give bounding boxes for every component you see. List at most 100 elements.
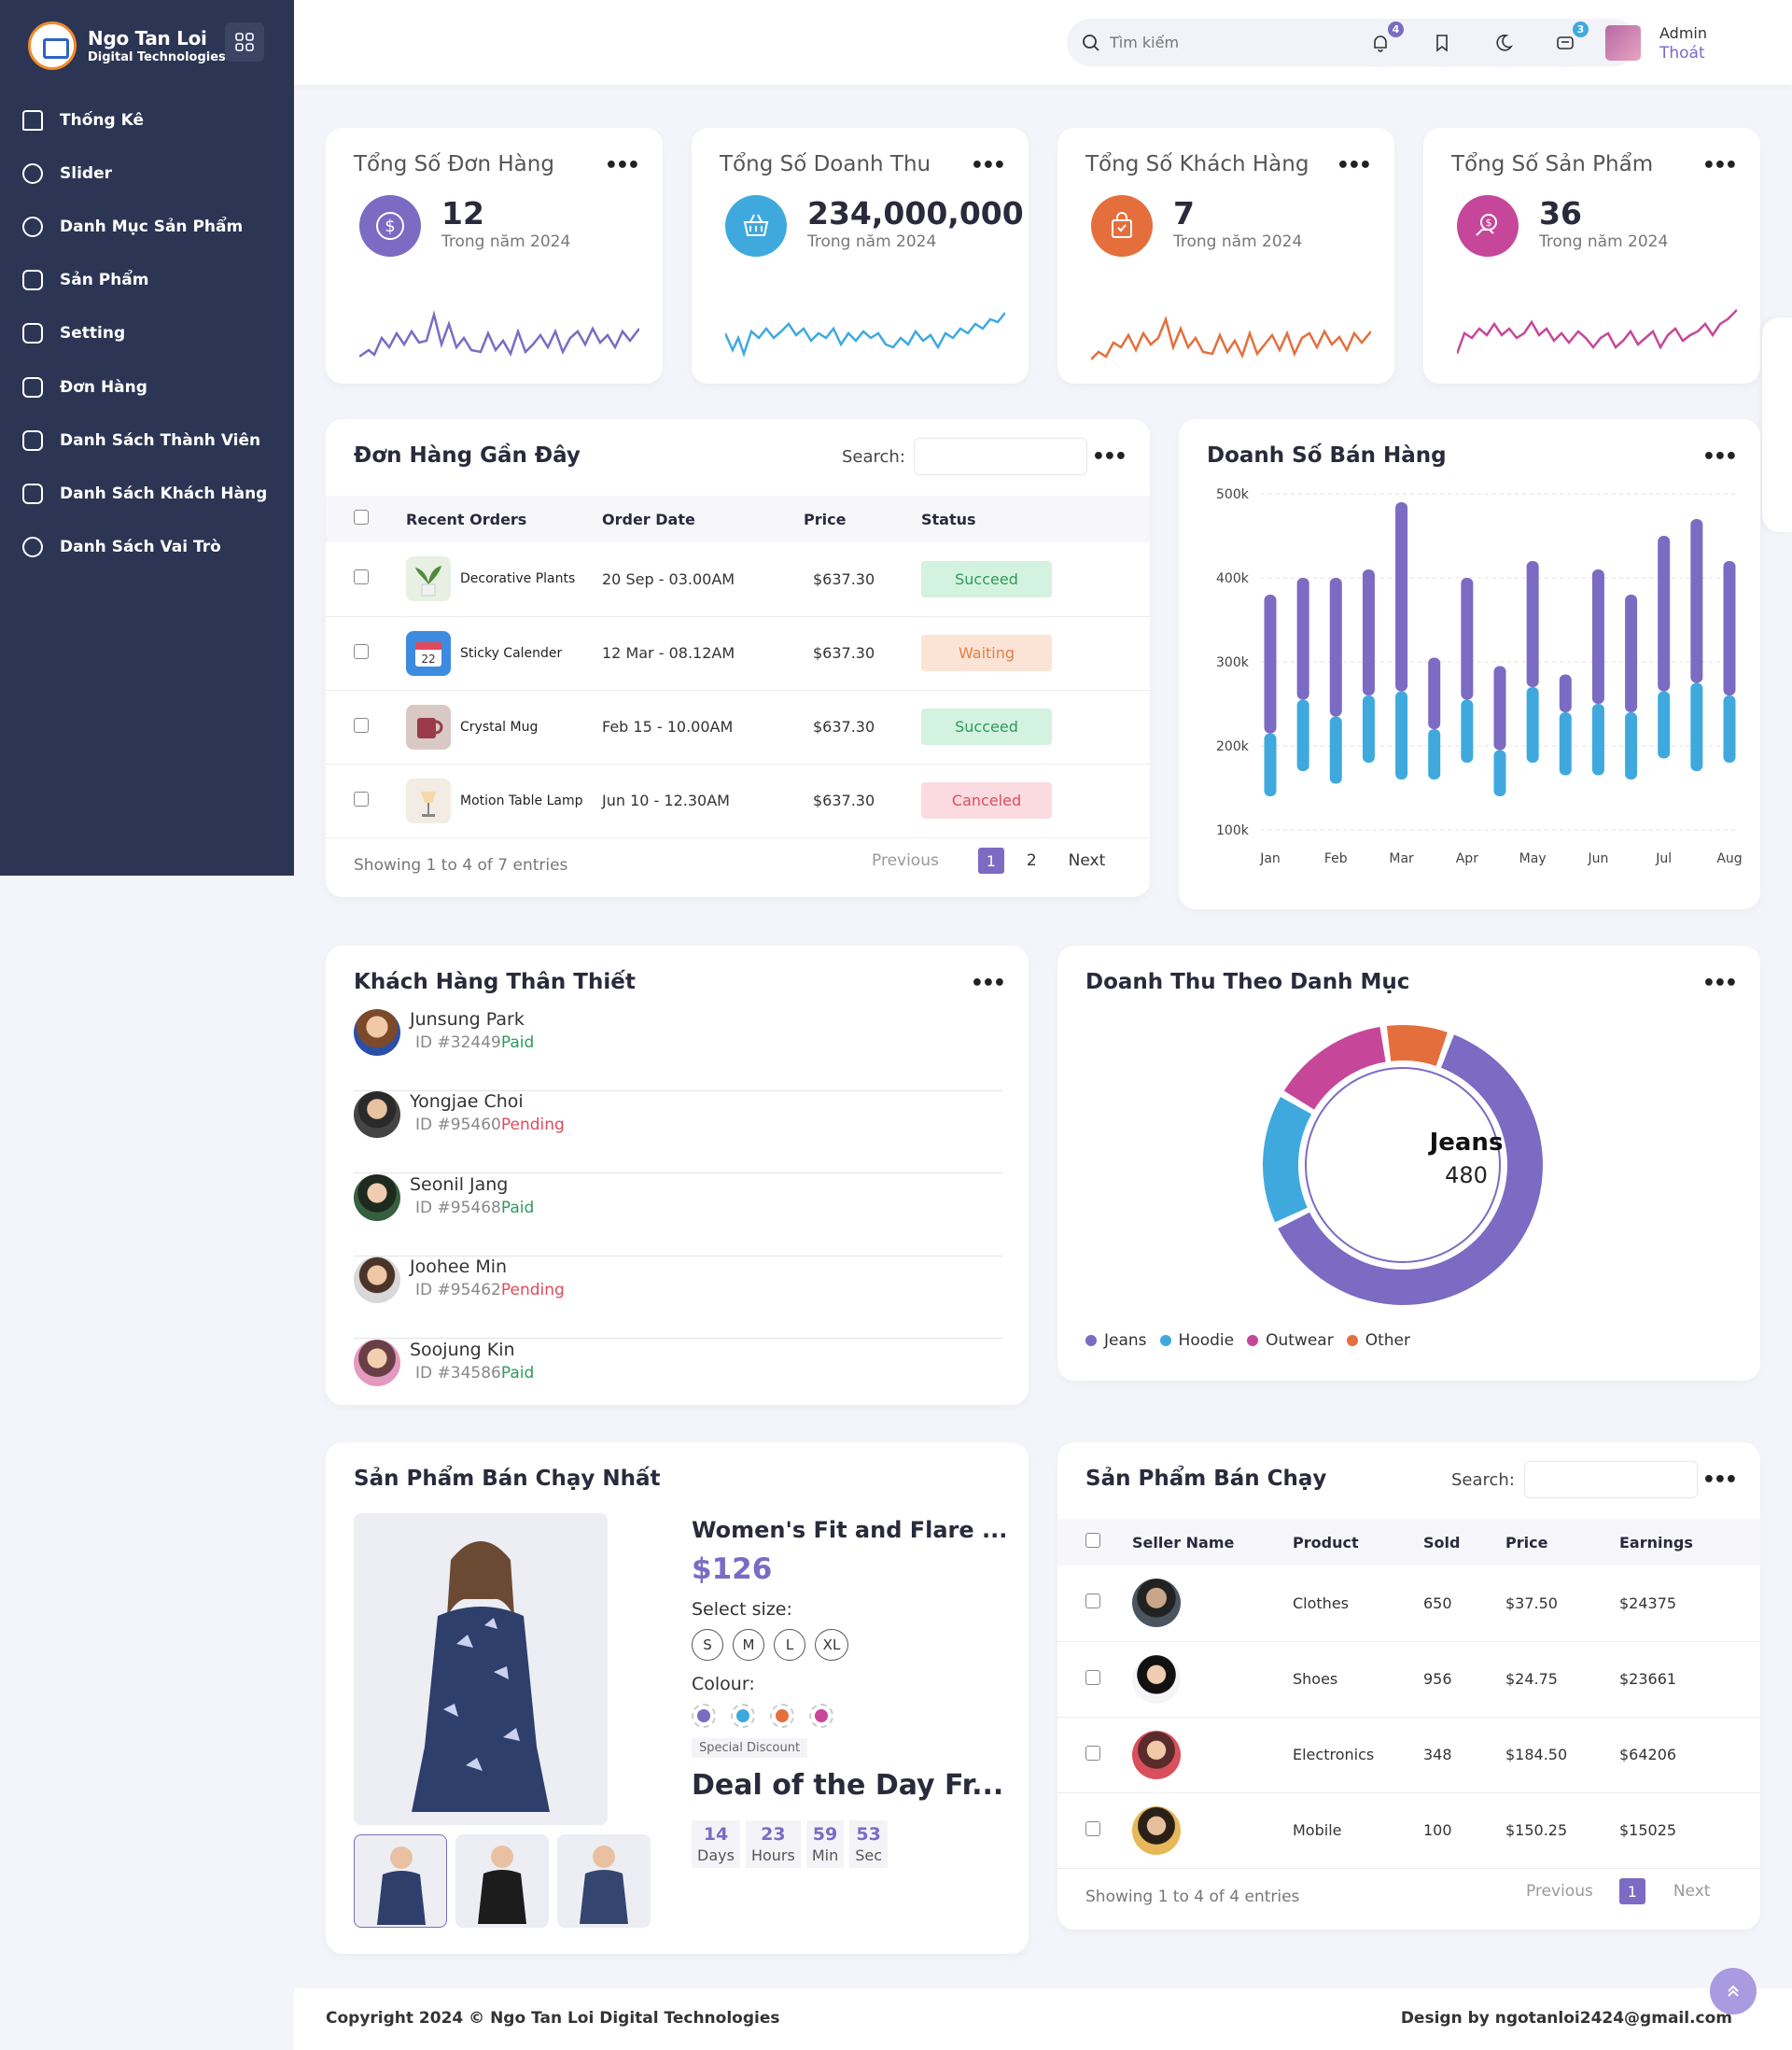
col-header[interactable]: Status bbox=[921, 496, 1150, 542]
customer-list-item[interactable]: Junsung Park ID #32449Paid bbox=[354, 1009, 1002, 1091]
donut-slice[interactable] bbox=[1263, 1096, 1312, 1223]
more-button[interactable]: ••• bbox=[1702, 447, 1738, 468]
previous-page-button[interactable]: Previous bbox=[1526, 1882, 1593, 1901]
row-checkbox[interactable] bbox=[1085, 1669, 1100, 1685]
sidebar-item-setting[interactable]: Setting bbox=[0, 307, 294, 360]
more-button[interactable]: ••• bbox=[971, 156, 1006, 176]
donut-slice[interactable] bbox=[1386, 1025, 1448, 1066]
legend-label[interactable]: Hoodie bbox=[1179, 1331, 1235, 1350]
sidebar-item-thong-ke[interactable]: Thống Kê bbox=[0, 93, 294, 147]
sidebar-item-san-pham[interactable]: Sản Phẩm bbox=[0, 254, 294, 307]
size-option-m[interactable]: M bbox=[733, 1629, 764, 1661]
more-button[interactable]: ••• bbox=[1702, 1470, 1738, 1491]
col-header[interactable]: Price bbox=[1505, 1519, 1619, 1566]
legend-label[interactable]: Other bbox=[1365, 1331, 1410, 1350]
table-row[interactable]: Shoes 956 $24.75 $23661 bbox=[1057, 1641, 1760, 1718]
stat-value: 234,000,000 bbox=[807, 195, 1024, 232]
more-button[interactable]: ••• bbox=[605, 156, 640, 176]
brand-logo bbox=[28, 21, 77, 70]
row-checkbox[interactable] bbox=[1085, 1594, 1100, 1609]
scroll-to-top-button[interactable] bbox=[1710, 1968, 1757, 2015]
row-checkbox[interactable] bbox=[354, 643, 369, 659]
table-row[interactable]: Motion Table Lamp Jun 10 - 12.30AM $637.… bbox=[326, 764, 1150, 838]
bar-segment-lower bbox=[1526, 687, 1539, 763]
colour-option[interactable] bbox=[809, 1704, 833, 1728]
col-header[interactable]: Order Date bbox=[602, 496, 804, 542]
sidebar-item-vai-tro[interactable]: Danh Sách Vai Trò bbox=[0, 521, 294, 574]
row-checkbox[interactable] bbox=[1085, 1820, 1100, 1836]
select-all-checkbox[interactable] bbox=[1085, 1533, 1100, 1548]
select-all-checkbox[interactable] bbox=[354, 510, 369, 525]
table-row[interactable]: 22 Sticky Calender 12 Mar - 08.12AM $637.… bbox=[326, 616, 1150, 691]
notification-button[interactable]: 4 bbox=[1356, 19, 1405, 67]
unit-price: $184.50 bbox=[1505, 1717, 1619, 1793]
bookmark-button[interactable] bbox=[1418, 19, 1466, 67]
logout-link[interactable]: Thoát bbox=[1659, 44, 1705, 63]
menu-toggle-button[interactable] bbox=[225, 22, 264, 62]
colour-option[interactable] bbox=[692, 1704, 716, 1728]
next-page-button[interactable]: Next bbox=[1069, 851, 1106, 870]
table-row[interactable]: Electronics 348 $184.50 $64206 bbox=[1057, 1717, 1760, 1793]
messages-button[interactable]: 3 bbox=[1541, 19, 1589, 67]
table-row[interactable]: Decorative Plants 20 Sep - 03.00AM $637.… bbox=[326, 542, 1150, 617]
table-search-input[interactable] bbox=[1524, 1461, 1698, 1498]
col-header[interactable]: Price bbox=[804, 496, 921, 542]
col-header[interactable]: Seller Name bbox=[1102, 1519, 1293, 1566]
col-header[interactable]: Earnings bbox=[1619, 1519, 1760, 1566]
next-page-button[interactable]: Next bbox=[1673, 1882, 1711, 1901]
previous-page-button[interactable]: Previous bbox=[872, 851, 939, 870]
legend-label[interactable]: Jeans bbox=[1104, 1331, 1147, 1350]
customer-list-item[interactable]: Seonil Jang ID #95468Paid bbox=[354, 1174, 1002, 1257]
product-thumbnail-3[interactable] bbox=[557, 1834, 651, 1928]
product-thumbnail-2[interactable] bbox=[455, 1834, 549, 1928]
more-button[interactable]: ••• bbox=[971, 974, 1006, 994]
search-input[interactable] bbox=[1110, 34, 1334, 51]
row-checkbox-cell bbox=[326, 542, 372, 617]
col-header[interactable]: Sold bbox=[1423, 1519, 1505, 1566]
row-checkbox[interactable] bbox=[354, 791, 369, 807]
dark-mode-toggle[interactable] bbox=[1479, 19, 1528, 67]
size-option-s[interactable]: S bbox=[692, 1629, 723, 1661]
customer-list-item[interactable]: Joohee Min ID #95462Pending bbox=[354, 1257, 1002, 1339]
sidebar-item-don-hang[interactable]: Đơn Hàng bbox=[0, 360, 294, 414]
col-header[interactable]: Product bbox=[1293, 1519, 1423, 1566]
size-options: S M L XL bbox=[692, 1629, 858, 1661]
table-search-input[interactable] bbox=[914, 438, 1087, 475]
table-row[interactable]: Crystal Mug Feb 15 - 10.00AM $637.30 Suc… bbox=[326, 690, 1150, 765]
size-option-xl[interactable]: XL bbox=[815, 1629, 848, 1661]
more-button[interactable]: ••• bbox=[1337, 156, 1372, 176]
colour-option[interactable] bbox=[770, 1704, 794, 1728]
legend-label[interactable]: Outwear bbox=[1266, 1331, 1334, 1350]
size-option-l[interactable]: L bbox=[774, 1629, 805, 1661]
bar-segment-lower bbox=[1395, 691, 1408, 779]
sidebar-item-danh-muc[interactable]: Danh Mục Sản Phẩm bbox=[0, 200, 294, 253]
table-row[interactable]: Mobile 100 $150.25 $15025 bbox=[1057, 1792, 1760, 1869]
hand-dollar-icon: $ bbox=[1476, 214, 1497, 236]
more-button[interactable]: ••• bbox=[1702, 974, 1738, 994]
customer-list-item[interactable]: Soojung Kin ID #34586Paid bbox=[354, 1340, 1002, 1422]
bar-segment-upper bbox=[1428, 657, 1441, 729]
side-scroll-handle[interactable] bbox=[1762, 317, 1792, 532]
table-row[interactable]: Clothes 650 $37.50 $24375 bbox=[1057, 1566, 1760, 1642]
customer-list-item[interactable]: Yongjae Choi ID #95460Pending bbox=[354, 1091, 1002, 1173]
donut-slice[interactable] bbox=[1283, 1027, 1386, 1110]
countdown-min: 59 Min bbox=[805, 1820, 845, 1868]
col-header[interactable]: Recent Orders bbox=[372, 496, 602, 542]
page-1-button[interactable]: 1 bbox=[977, 848, 1004, 874]
sidebar-item-khach-hang[interactable]: Danh Sách Khách Hàng bbox=[0, 467, 294, 520]
avatar[interactable] bbox=[1605, 25, 1641, 61]
product-thumbnail-1[interactable] bbox=[354, 1834, 447, 1928]
page-1-button[interactable]: 1 bbox=[1618, 1878, 1645, 1904]
row-checkbox[interactable] bbox=[354, 717, 369, 733]
colour-option[interactable] bbox=[731, 1704, 755, 1728]
bar-segment-upper bbox=[1493, 666, 1506, 751]
legend-dot bbox=[1346, 1335, 1358, 1346]
bar-segment-upper bbox=[1690, 519, 1703, 683]
more-button[interactable]: ••• bbox=[1702, 156, 1738, 176]
row-checkbox[interactable] bbox=[1085, 1745, 1100, 1761]
page-2-button[interactable]: 2 bbox=[1027, 851, 1037, 870]
sidebar-item-thanh-vien[interactable]: Danh Sách Thành Viên bbox=[0, 414, 294, 467]
row-checkbox[interactable] bbox=[354, 569, 369, 585]
sidebar-item-slider[interactable]: Slider bbox=[0, 147, 294, 200]
more-button[interactable]: ••• bbox=[1092, 447, 1127, 468]
